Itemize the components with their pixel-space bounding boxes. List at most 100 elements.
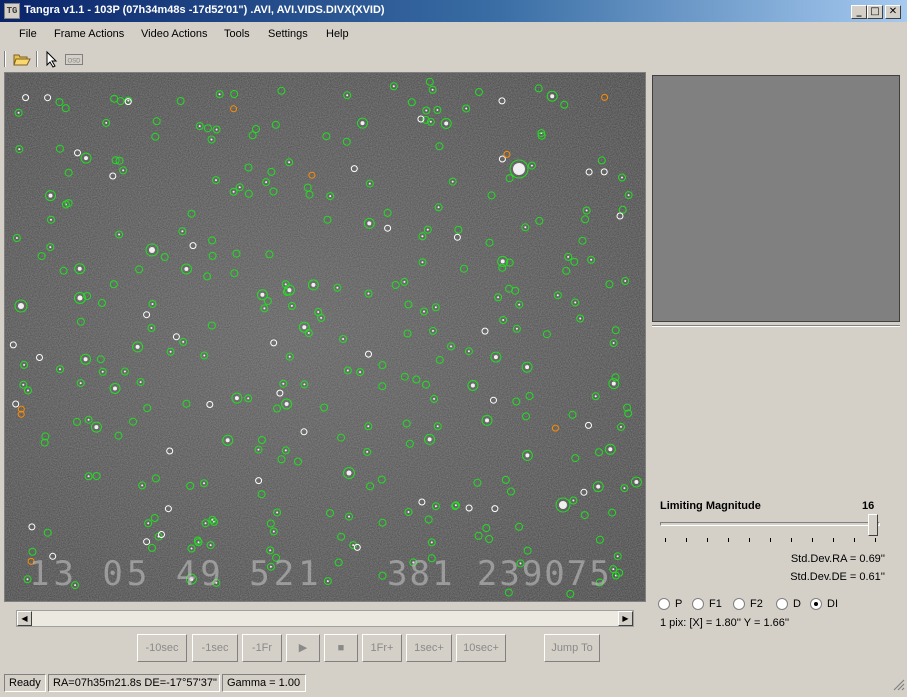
star <box>623 487 626 490</box>
radio-f2[interactable] <box>733 598 745 610</box>
magnitude-slider-track[interactable] <box>660 522 880 526</box>
minimize-button[interactable]: _ <box>851 5 867 19</box>
radio-d[interactable] <box>776 598 788 610</box>
star <box>427 437 432 442</box>
osd-timestamp: 13 05 49 521 <box>29 554 323 594</box>
star <box>467 350 470 353</box>
slider-tick <box>770 538 771 542</box>
menu-file[interactable]: File <box>19 28 37 40</box>
star <box>18 303 24 309</box>
stop-button[interactable]: ■ <box>324 634 358 662</box>
menu-tools[interactable]: Tools <box>224 28 250 40</box>
star <box>15 237 18 239</box>
menu-settings[interactable]: Settings <box>268 28 308 40</box>
star <box>524 226 527 229</box>
osd-icon[interactable]: OSD <box>64 50 84 68</box>
star <box>210 138 213 141</box>
star <box>336 286 339 289</box>
star <box>326 580 329 583</box>
star <box>574 301 577 304</box>
title-bar[interactable]: TG Tangra v1.1 - 103P (07h34m48s -17d52'… <box>0 0 907 22</box>
star <box>359 371 362 374</box>
video-scrollbar[interactable]: ◀ ▶ <box>16 610 634 627</box>
open-folder-icon[interactable] <box>12 50 32 68</box>
star <box>260 292 265 297</box>
star <box>624 280 627 282</box>
forward-1sec-button[interactable]: 1sec+ <box>406 634 452 662</box>
star <box>303 383 306 386</box>
status-coordinates: RA=07h35m21.8s DE=-17°57'37" <box>48 674 220 692</box>
star <box>346 470 352 476</box>
star <box>307 332 310 334</box>
star <box>421 261 424 264</box>
star <box>276 511 279 514</box>
window-title: Tangra v1.1 - 103P (07h34m48s -17d52'01"… <box>24 4 385 16</box>
magnitude-slider-thumb[interactable] <box>868 514 878 536</box>
back-1frame-button[interactable]: -1Fr <box>242 634 282 662</box>
star <box>83 357 88 362</box>
star <box>87 475 90 478</box>
star <box>290 304 293 307</box>
star <box>429 120 432 123</box>
menu-help[interactable]: Help <box>326 28 349 40</box>
radio-di[interactable] <box>810 598 822 610</box>
star <box>127 99 130 102</box>
star <box>27 389 29 392</box>
star <box>497 296 500 299</box>
close-button[interactable]: ✕ <box>885 5 901 19</box>
back-10sec-button[interactable]: -10sec <box>137 634 187 662</box>
menu-frame-actions[interactable]: Frame Actions <box>54 28 124 40</box>
slider-tick <box>833 538 834 542</box>
star <box>49 246 52 249</box>
star <box>518 303 521 306</box>
play-button[interactable]: ▶ <box>286 634 320 662</box>
osd-label: OSD <box>67 59 81 65</box>
star <box>360 121 365 126</box>
jump-to-button[interactable]: Jump To <box>544 634 600 662</box>
star-field[interactable]: 13 05 49 521 381 239075 <box>5 73 645 601</box>
star <box>113 386 117 391</box>
star <box>500 259 505 264</box>
radio-p[interactable] <box>658 598 670 610</box>
forward-1frame-button[interactable]: 1Fr+ <box>362 634 402 662</box>
zoom-preview <box>652 75 900 322</box>
pointer-icon[interactable] <box>42 50 62 68</box>
star <box>135 344 140 349</box>
star <box>634 480 639 484</box>
star <box>181 230 184 233</box>
star <box>311 282 316 287</box>
star <box>263 307 266 310</box>
radio-f1[interactable] <box>692 598 704 610</box>
star <box>525 365 530 370</box>
scroll-left-icon[interactable]: ◀ <box>17 611 32 626</box>
radio-di-label: DI <box>827 598 838 610</box>
star <box>198 125 201 128</box>
maximize-button[interactable]: □ <box>867 5 883 19</box>
app-icon[interactable]: TG <box>4 3 20 19</box>
resize-grip-icon[interactable] <box>893 679 905 691</box>
star <box>288 161 291 164</box>
star <box>182 340 185 343</box>
star <box>184 267 189 271</box>
forward-10sec-button[interactable]: 10sec+ <box>456 634 506 662</box>
star <box>627 194 630 197</box>
star <box>342 338 345 340</box>
star <box>265 181 268 184</box>
star <box>425 109 428 112</box>
star <box>368 182 371 185</box>
star <box>465 107 468 110</box>
star <box>317 311 320 313</box>
scroll-right-icon[interactable]: ▶ <box>618 611 633 626</box>
star <box>225 438 230 443</box>
star <box>329 195 332 198</box>
menu-video-actions[interactable]: Video Actions <box>141 28 207 40</box>
star <box>432 329 434 332</box>
star <box>211 518 214 521</box>
back-1sec-button[interactable]: -1sec <box>192 634 238 662</box>
star <box>454 504 457 507</box>
video-frame[interactable]: 13 05 49 521 381 239075 <box>4 72 646 602</box>
star <box>77 266 82 271</box>
star <box>346 369 349 372</box>
star <box>403 280 406 283</box>
star <box>320 316 323 319</box>
